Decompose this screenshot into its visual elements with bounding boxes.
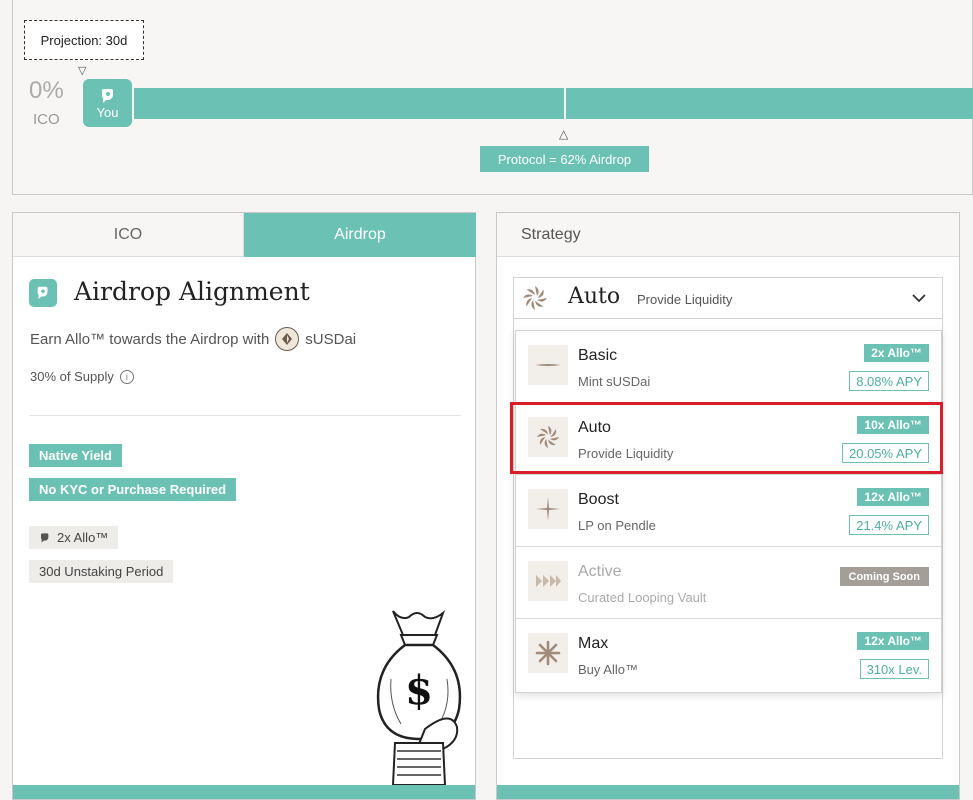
starburst-icon <box>528 633 568 673</box>
triangle-up-icon: △ <box>559 127 569 141</box>
spiral-icon <box>523 286 547 310</box>
strategy-header: Strategy <box>497 213 959 257</box>
apy-badge: 8.08% APY <box>849 371 929 391</box>
tab-airdrop[interactable]: Airdrop <box>244 213 476 257</box>
option-max[interactable]: Max Buy Allo™ 12x Allo™ 310x Lev. <box>516 619 941 691</box>
selected-strategy-name: Auto <box>568 284 621 309</box>
airdrop-card: ICO Airdrop Airdrop Alignment Earn Allo™… <box>12 212 476 800</box>
allo-hand-icon <box>41 532 49 543</box>
chevrons-icon <box>528 561 568 601</box>
option-name: Boost <box>578 491 619 508</box>
apy-badge: 21.4% APY <box>849 515 929 535</box>
card-bottom-bar <box>13 785 475 799</box>
svg-text:$: $ <box>405 667 433 714</box>
chevron-down-icon <box>912 294 926 303</box>
leverage-badge: 310x Lev. <box>859 659 929 679</box>
earn-description: Earn Allo™ towards the Airdrop with sUSD… <box>30 327 356 351</box>
dash-icon <box>528 345 568 385</box>
option-basic[interactable]: Basic Mint sUSDai 2x Allo™ 8.08% APY <box>516 331 941 403</box>
tag-allo-label: 2x Allo™ <box>57 530 109 545</box>
selection-highlight <box>510 402 943 474</box>
option-subtitle: Buy Allo™ <box>578 662 638 677</box>
supply-text: 30% of Supply <box>30 369 114 384</box>
money-bag-illustration: $ <box>376 609 462 785</box>
multiplier-badge: 12x Allo™ <box>857 632 929 650</box>
projection-bar <box>134 88 973 119</box>
projection-divider <box>564 88 566 119</box>
option-subtitle: Curated Looping Vault <box>578 590 707 605</box>
supply-info: 30% of Supply i <box>30 369 134 384</box>
tag-native-yield: Native Yield <box>29 444 122 467</box>
protocol-label: Protocol = 62% Airdrop <box>480 146 649 172</box>
option-name: Max <box>578 635 609 652</box>
sparkle-icon <box>528 489 568 529</box>
tag-allo-multiplier: 2x Allo™ <box>29 526 119 549</box>
allo-hand-icon <box>29 279 57 307</box>
you-marker: You <box>83 79 132 127</box>
card-title: Airdrop Alignment <box>74 277 310 306</box>
option-subtitle: Mint sUSDai <box>578 374 651 389</box>
allo-hand-icon <box>101 88 113 103</box>
coming-soon-badge: Coming Soon <box>839 567 929 586</box>
strategy-dropdown[interactable]: Auto Provide Liquidity <box>513 277 943 319</box>
multiplier-badge: 2x Allo™ <box>864 344 929 362</box>
triangle-down-icon: ▽ <box>78 65 87 77</box>
option-boost[interactable]: Boost LP on Pendle 12x Allo™ 21.4% APY <box>516 475 941 547</box>
you-label: You <box>96 104 119 120</box>
multiplier-badge: 12x Allo™ <box>857 488 929 506</box>
ico-label: ICO <box>33 111 60 128</box>
divider <box>29 415 461 416</box>
option-name: Basic <box>578 347 618 364</box>
info-icon[interactable]: i <box>119 369 134 384</box>
tag-unstaking-period: 30d Unstaking Period <box>29 560 174 583</box>
option-active: Active Curated Looping Vault Coming Soon <box>516 547 941 619</box>
ico-percent: 0% <box>29 77 64 104</box>
card-bottom-bar <box>497 785 959 799</box>
earn-text: Earn Allo™ towards the Airdrop with <box>30 330 270 348</box>
projection-label[interactable]: Projection: 30d <box>24 20 144 60</box>
selected-strategy-subtitle: Provide Liquidity <box>637 292 733 307</box>
option-name: Active <box>578 563 622 580</box>
token-name: sUSDai <box>305 330 357 348</box>
strategy-options-menu: Basic Mint sUSDai 2x Allo™ 8.08% APY Aut… <box>515 330 942 693</box>
tab-ico[interactable]: ICO <box>13 213 244 257</box>
option-subtitle: LP on Pendle <box>578 518 656 533</box>
susdai-token-icon <box>275 327 300 351</box>
tag-no-kyc: No KYC or Purchase Required <box>29 478 237 501</box>
